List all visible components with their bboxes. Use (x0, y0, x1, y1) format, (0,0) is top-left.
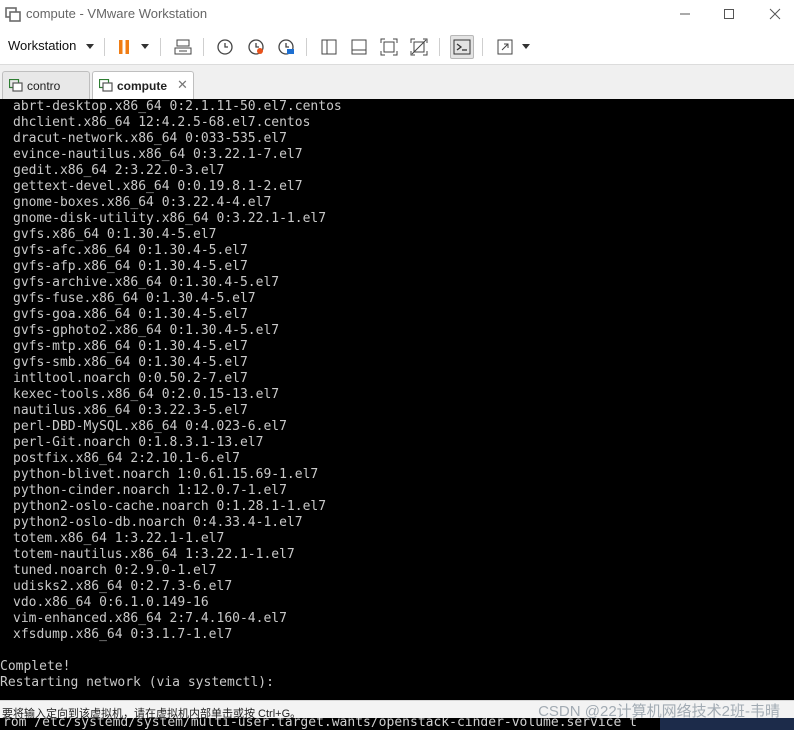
stretch-icon (497, 39, 513, 55)
vm-console[interactable]: abrt-desktop.x86_64 0:2.1.11-50.el7.cent… (0, 99, 794, 700)
console-line: tuned.noarch 0:2.9.0-1.el7 (13, 563, 217, 578)
revert-snapshot-icon (248, 39, 264, 55)
maximize-button[interactable] (706, 0, 752, 28)
console-line: gvfs-archive.x86_64 0:1.30.4-5.el7 (13, 275, 280, 290)
console-line: kexec-tools.x86_64 0:2.0.15-13.el7 (13, 387, 280, 402)
console-line: gvfs-smb.x86_64 0:1.30.4-5.el7 (13, 355, 248, 370)
console-line: abrt-desktop.x86_64 0:2.1.11-50.el7.cent… (13, 99, 342, 114)
toolbar: Workstation (0, 30, 794, 65)
console-line: nautilus.x86_64 0:3.22.3-5.el7 (13, 403, 248, 418)
console-line: python-blivet.noarch 1:0.61.15.69-1.el7 (13, 467, 319, 482)
console-line: perl-Git.noarch 0:1.8.3.1-13.el7 (13, 435, 264, 450)
chevron-down-icon[interactable] (522, 44, 530, 49)
toolbar-divider (439, 38, 440, 56)
thumbnail-icon (351, 39, 367, 55)
watermark: CSDN @22计算机网络技术2班-韦晴 (538, 703, 780, 720)
tab-label: contro (27, 79, 61, 93)
toolbar-divider (104, 38, 105, 56)
pause-icon (119, 40, 129, 54)
close-icon[interactable]: ✕ (177, 77, 188, 93)
chevron-down-icon[interactable] (141, 44, 149, 49)
snapshot-button[interactable] (214, 36, 236, 58)
thumbnail-button[interactable] (348, 36, 370, 58)
chevron-down-icon[interactable] (86, 44, 94, 49)
console-line: totem-nautilus.x86_64 1:3.22.1-1.el7 (13, 547, 295, 562)
console-line: Complete! (0, 659, 71, 674)
unity-button[interactable] (408, 36, 430, 58)
console-line: python-cinder.noarch 1:12.0.7-1.el7 (13, 483, 287, 498)
toolbar-divider (160, 38, 161, 56)
close-button[interactable] (752, 0, 794, 28)
snapshot-manager-button[interactable] (275, 36, 297, 58)
fullscreen-button[interactable] (378, 36, 400, 58)
console-line: gnome-boxes.x86_64 0:3.22.4-4.el7 (13, 195, 272, 210)
console-line: gvfs.x86_64 0:1.30.4-5.el7 (13, 227, 217, 242)
fullscreen-icon (380, 38, 398, 56)
toolbar-divider (203, 38, 204, 56)
tab-label: compute (117, 79, 168, 93)
console-line: Restarting network (via systemctl): (0, 675, 274, 690)
workstation-menu[interactable]: Workstation (8, 38, 76, 53)
send-keys-button[interactable] (172, 36, 194, 58)
revert-snapshot-button[interactable] (245, 36, 267, 58)
console-line: evince-nautilus.x86_64 0:3.22.1-7.el7 (13, 147, 303, 162)
stretch-button[interactable] (494, 36, 516, 58)
window-title: compute - VMware Workstation (26, 6, 208, 21)
console-line: gettext-devel.x86_64 0:0.19.8.1-2.el7 (13, 179, 303, 194)
console-line: postfix.x86_64 2:2.10.1-6.el7 (13, 451, 240, 466)
toolbar-divider (306, 38, 307, 56)
console-line: intltool.noarch 0:0.50.2-7.el7 (13, 371, 248, 386)
console-line: gnome-disk-utility.x86_64 0:3.22.1-1.el7 (13, 211, 327, 226)
title-bar: compute - VMware Workstation (0, 0, 794, 30)
tab-contro[interactable]: contro (2, 71, 90, 99)
toolbar-divider (482, 38, 483, 56)
minimize-button[interactable] (662, 0, 708, 28)
minimize-icon (680, 13, 690, 15)
console-line: gvfs-afp.x86_64 0:1.30.4-5.el7 (13, 259, 248, 274)
pause-button[interactable] (113, 36, 135, 58)
console-line: gvfs-fuse.x86_64 0:1.30.4-5.el7 (13, 291, 256, 306)
snapshot-manager-icon (278, 39, 294, 55)
console-output: abrt-desktop.x86_64 0:2.1.11-50.el7.cent… (0, 99, 342, 691)
console-line: dracut-network.x86_64 0:033-535.el7 (13, 131, 287, 146)
vm-icon (99, 79, 113, 92)
console-line: perl-DBD-MySQL.x86_64 0:4.023-6.el7 (13, 419, 287, 434)
console-line: python2-oslo-db.noarch 0:4.33.4-1.el7 (13, 515, 303, 530)
console-line: totem.x86_64 1:3.22.1-1.el7 (13, 531, 225, 546)
vmware-icon (5, 7, 21, 22)
send-keys-icon (174, 39, 192, 55)
console-line: udisks2.x86_64 0:2.7.3-6.el7 (13, 579, 233, 594)
console-line: gedit.x86_64 2:3.22.0-3.el7 (13, 163, 225, 178)
vm-icon (9, 79, 23, 92)
unity-icon (410, 38, 428, 56)
close-icon (769, 8, 781, 20)
console-view-button[interactable] (450, 35, 474, 59)
console-line: gvfs-gphoto2.x86_64 0:1.30.4-5.el7 (13, 323, 280, 338)
tab-strip: contro compute ✕ (0, 65, 794, 100)
console-line: gvfs-goa.x86_64 0:1.30.4-5.el7 (13, 307, 248, 322)
maximize-icon (724, 9, 734, 19)
console-line: gvfs-afc.x86_64 0:1.30.4-5.el7 (13, 243, 248, 258)
console-line: vdo.x86_64 0:6.1.0.149-16 (13, 595, 209, 610)
console-line: dhclient.x86_64 12:4.2.5-68.el7.centos (13, 115, 311, 130)
console-view-icon (453, 39, 471, 55)
console-line: vim-enhanced.x86_64 2:7.4.160-4.el7 (13, 611, 287, 626)
console-line: python2-oslo-cache.noarch 0:1.28.1-1.el7 (13, 499, 327, 514)
library-icon (321, 39, 337, 55)
snapshot-icon (217, 39, 233, 55)
library-button[interactable] (318, 36, 340, 58)
console-line: xfsdump.x86_64 0:3.1.7-1.el7 (13, 627, 233, 642)
tab-compute[interactable]: compute ✕ (92, 71, 194, 100)
console-line: gvfs-mtp.x86_64 0:1.30.4-5.el7 (13, 339, 248, 354)
